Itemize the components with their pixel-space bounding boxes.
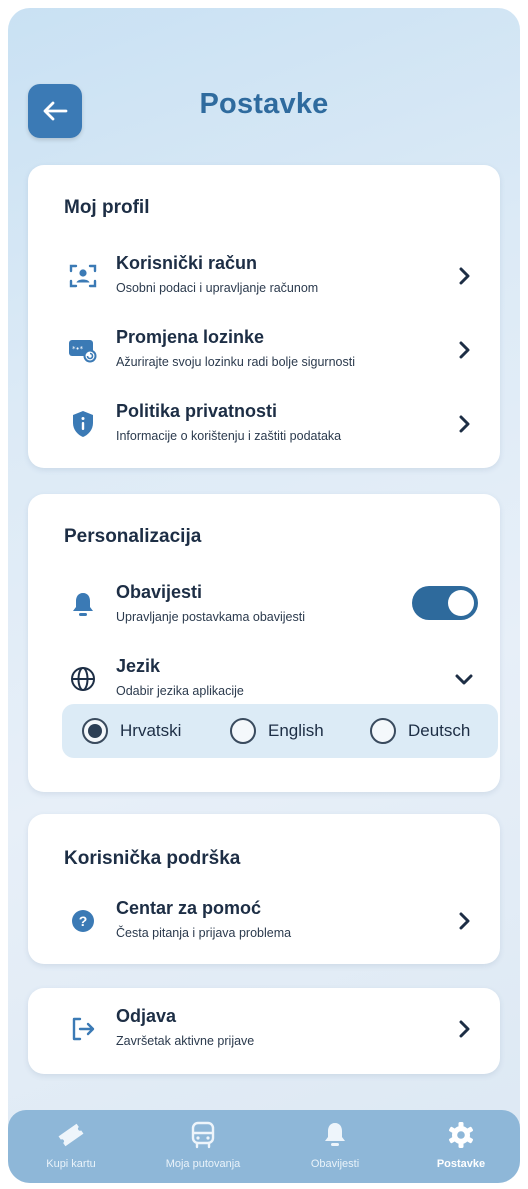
radio-unselected[interactable] <box>370 718 396 744</box>
tab-label: Postavke <box>436 1158 486 1170</box>
page-title: Postavke <box>199 88 329 120</box>
logout-icon <box>68 1014 98 1044</box>
password-subtitle: Ažurirajte svoju lozinku radi bolje sigu… <box>116 355 356 369</box>
tab-kupi-kartu[interactable]: Kupi kartu <box>16 1120 126 1170</box>
account-row[interactable]: Korisnički račun Osobni podaci i upravlj… <box>28 249 500 305</box>
language-title: Jezik <box>116 656 161 676</box>
tab-label: Kupi kartu <box>46 1158 96 1170</box>
notifications-subtitle: Upravljanje postavkama obavijesti <box>116 610 305 624</box>
shield-icon <box>68 409 98 439</box>
language-option-english[interactable]: English <box>230 717 324 745</box>
tab-label: Moja putovanja <box>165 1158 241 1170</box>
notifications-row: Obavijesti Upravljanje postavkama obavij… <box>28 578 500 634</box>
bell-icon <box>280 1120 390 1150</box>
support-card: Korisnička podrška ? Centar za pomoć Čes… <box>28 814 500 964</box>
language-option-hrvatski[interactable]: Hrvatski <box>82 717 181 745</box>
notifications-toggle[interactable] <box>412 586 478 620</box>
chevron-right-icon <box>454 1018 474 1040</box>
personalization-section-title: Personalizacija <box>64 526 202 547</box>
password-row[interactable]: *•* Promjena lozinke Ažurirajte svoju lo… <box>28 323 500 379</box>
chevron-right-icon <box>454 339 474 361</box>
help-center-title: Centar za pomoć <box>116 898 262 918</box>
account-subtitle: Osobni podaci i upravljanje računom <box>116 281 319 295</box>
support-section-title: Korisnička podrška <box>64 848 241 869</box>
tab-obavijesti[interactable]: Obavijesti <box>280 1120 390 1170</box>
password-change-icon: *•* <box>68 335 98 365</box>
language-option-label: English <box>268 721 324 740</box>
profile-section-title: Moj profil <box>64 197 150 218</box>
password-title: Promjena lozinke <box>116 327 265 347</box>
tab-label: Obavijesti <box>310 1158 360 1170</box>
svg-text:*•*: *•* <box>72 345 84 353</box>
language-selector: Hrvatski English Deutsch <box>62 704 498 758</box>
settings-screen: Postavke Moj profil Korisnički račun Oso… <box>8 8 520 1183</box>
logout-card[interactable]: Odjava Završetak aktivne prijave <box>28 988 500 1074</box>
chevron-right-icon <box>454 265 474 287</box>
language-row[interactable]: Jezik Odabir jezika aplikacije <box>28 652 500 708</box>
user-account-icon <box>68 261 98 291</box>
header: Postavke <box>8 8 520 158</box>
globe-icon <box>68 664 98 694</box>
logout-row[interactable]: Odjava Završetak aktivne prijave <box>28 1002 500 1058</box>
toggle-knob <box>448 590 474 616</box>
chevron-right-icon <box>454 910 474 932</box>
bell-icon <box>68 590 98 620</box>
bus-icon <box>148 1120 258 1150</box>
help-center-subtitle: Česta pitanja i prijava problema <box>116 926 292 940</box>
account-title: Korisnički račun <box>116 253 258 273</box>
svg-text:?: ? <box>79 913 88 929</box>
gear-icon <box>406 1120 516 1150</box>
bottom-tab-bar: Kupi kartu Moja putovanja Obavijesti Pos… <box>8 1110 520 1183</box>
ticket-icon <box>16 1120 126 1150</box>
notifications-title: Obavijesti <box>116 582 203 602</box>
help-center-row[interactable]: ? Centar za pomoć Česta pitanja i prijav… <box>28 894 500 950</box>
help-icon: ? <box>68 906 98 936</box>
personalization-card: Personalizacija Obavijesti Upravljanje p… <box>28 494 500 792</box>
chevron-down-icon <box>454 668 474 690</box>
chevron-right-icon <box>454 413 474 435</box>
language-subtitle: Odabir jezika aplikacije <box>116 684 244 698</box>
privacy-row[interactable]: Politika privatnosti Informacije o koriš… <box>28 397 500 453</box>
logout-title: Odjava <box>116 1006 177 1026</box>
privacy-subtitle: Informacije o korištenju i zaštiti podat… <box>116 429 342 443</box>
privacy-title: Politika privatnosti <box>116 401 278 421</box>
language-option-label: Deutsch <box>408 721 471 740</box>
profile-card: Moj profil Korisnički račun Osobni podac… <box>28 165 500 468</box>
radio-unselected[interactable] <box>230 718 256 744</box>
language-option-deutsch[interactable]: Deutsch <box>370 717 470 745</box>
radio-selected[interactable] <box>82 718 108 744</box>
tab-moja-putovanja[interactable]: Moja putovanja <box>148 1120 258 1170</box>
tab-postavke[interactable]: Postavke <box>406 1120 516 1170</box>
language-option-label: Hrvatski <box>120 721 182 740</box>
logout-subtitle: Završetak aktivne prijave <box>116 1034 255 1048</box>
